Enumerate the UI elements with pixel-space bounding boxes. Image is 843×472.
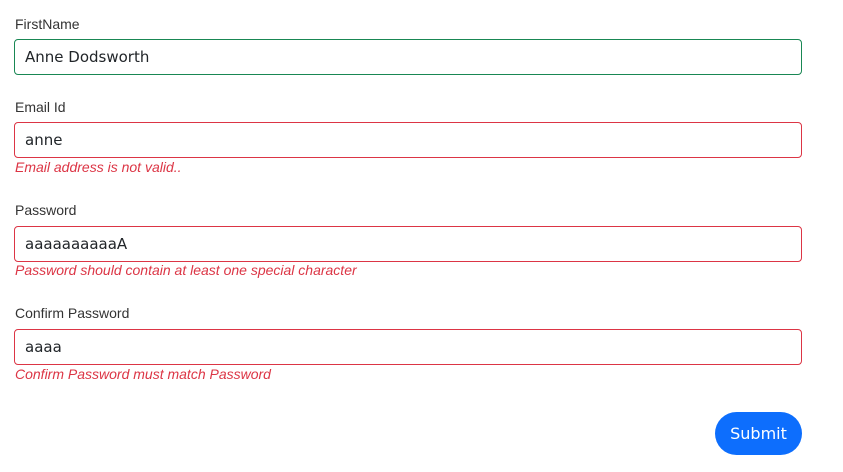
email-label: Email Id xyxy=(15,99,66,115)
submit-button[interactable]: Submit xyxy=(715,412,802,455)
first-name-label: FirstName xyxy=(15,16,80,32)
email-error-message: Email address is not valid.. xyxy=(15,159,182,175)
email-input[interactable] xyxy=(14,122,802,158)
confirm-password-label: Confirm Password xyxy=(15,305,130,321)
first-name-input[interactable] xyxy=(14,39,802,75)
password-label: Password xyxy=(15,202,77,218)
password-error-message: Password should contain at least one spe… xyxy=(15,262,357,278)
password-input[interactable] xyxy=(14,226,802,262)
confirm-password-input[interactable] xyxy=(14,329,802,365)
confirm-password-error-message: Confirm Password must match Password xyxy=(15,366,271,382)
registration-form: FirstName Email Id Email address is not … xyxy=(0,0,843,472)
